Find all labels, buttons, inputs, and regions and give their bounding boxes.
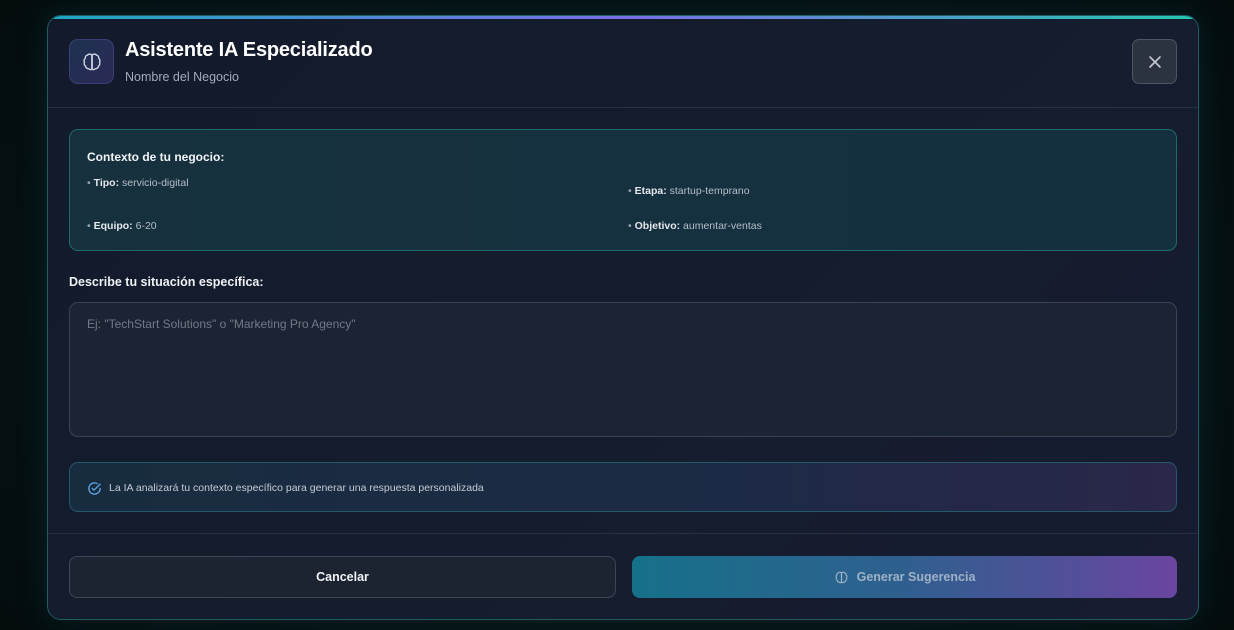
close-button[interactable] (1132, 39, 1177, 84)
context-key: Objetivo: (634, 220, 681, 232)
context-value: startup-temprano (669, 185, 750, 197)
brain-icon (834, 570, 849, 585)
modal-title: Asistente IA Especializado (125, 39, 373, 61)
context-key: Tipo: (93, 177, 120, 189)
context-item-tipo: • Tipo: servicio-digital (87, 177, 189, 189)
context-value: 6-20 (135, 220, 157, 232)
context-key: Equipo: (93, 220, 133, 232)
ai-assistant-modal: Asistente IA Especializado Nombre del Ne… (47, 15, 1199, 620)
situation-textarea[interactable] (69, 302, 1177, 437)
context-item-equipo: • Equipo: 6-20 (87, 220, 157, 232)
business-context-card: Contexto de tu negocio: • Tipo: servicio… (69, 129, 1177, 251)
context-title: Contexto de tu negocio: (87, 150, 225, 164)
footer-divider (48, 533, 1198, 534)
modal-header: Asistente IA Especializado Nombre del Ne… (48, 16, 1198, 108)
close-icon (1148, 55, 1161, 68)
business-name: Nombre del Negocio (125, 70, 239, 84)
generate-suggestion-button[interactable]: Generar Sugerencia (632, 556, 1177, 598)
check-circle-icon (88, 482, 101, 495)
brain-icon (69, 39, 114, 84)
context-value: aumentar-ventas (683, 220, 762, 232)
context-item-etapa: • Etapa: startup-temprano (628, 185, 750, 197)
context-value: servicio-digital (122, 177, 189, 189)
context-item-objetivo: • Objetivo: aumentar-ventas (628, 220, 762, 232)
info-notice: La IA analizará tu contexto específico p… (69, 462, 1177, 512)
info-text: La IA analizará tu contexto específico p… (109, 482, 484, 494)
situation-label: Describe tu situación específica: (69, 275, 264, 289)
context-key: Etapa: (634, 185, 667, 197)
generate-label: Generar Sugerencia (856, 570, 976, 584)
cancel-button[interactable]: Cancelar (69, 556, 616, 598)
